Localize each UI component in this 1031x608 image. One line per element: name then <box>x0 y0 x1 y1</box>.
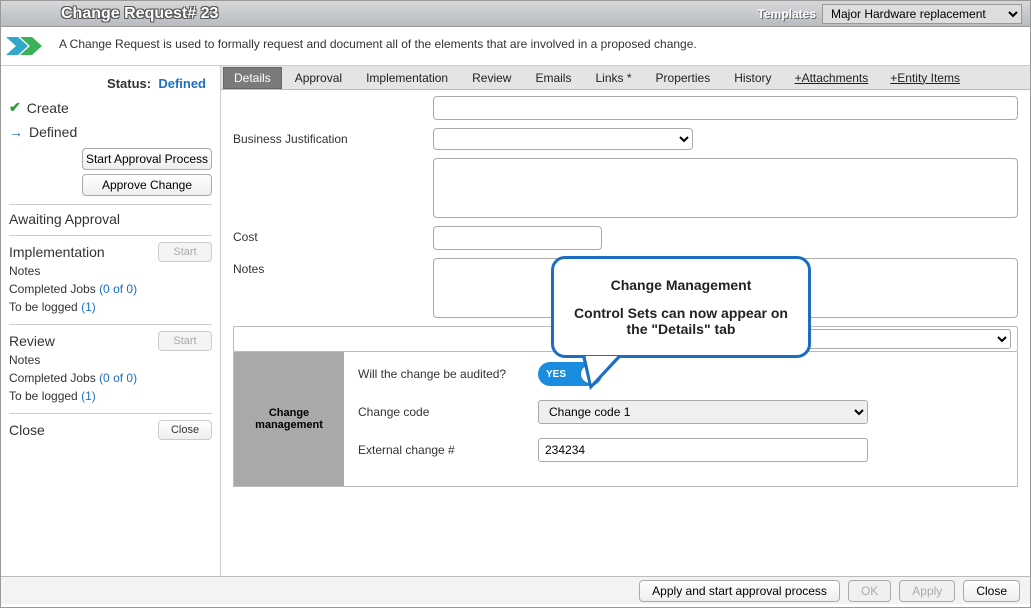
description-text: A Change Request is used to formally req… <box>51 31 705 57</box>
tab-approval[interactable]: Approval <box>284 67 353 89</box>
close-workflow-button[interactable]: Close <box>158 420 212 440</box>
external-change-input[interactable] <box>538 438 868 462</box>
implementation-title: Implementation <box>9 244 105 260</box>
implementation-start-button: Start <box>158 242 212 262</box>
tab-entity-items[interactable]: +Entity Items <box>880 68 970 88</box>
status-line: Status: Defined <box>9 72 212 95</box>
impl-completed[interactable]: Completed Jobs (0 of 0) <box>9 280 212 298</box>
toggle-value: YES <box>546 369 566 380</box>
impl-logged[interactable]: To be logged (1) <box>9 298 212 316</box>
ok-button: OK <box>848 580 891 602</box>
external-change-label: External change # <box>358 443 538 457</box>
tab-history[interactable]: History <box>723 67 782 89</box>
callout-title: Change Management <box>570 277 792 293</box>
review-start-button: Start <box>158 331 212 351</box>
tab-properties[interactable]: Properties <box>645 67 722 89</box>
review-logged[interactable]: To be logged (1) <box>9 387 212 405</box>
workflow-sidebar: Status: Defined ✔ Create → Defined Start… <box>1 66 221 576</box>
arrow-right-icon: → <box>9 124 23 140</box>
check-icon: ✔ <box>9 99 21 116</box>
start-approval-button[interactable]: Start Approval Process <box>82 148 212 170</box>
change-code-select[interactable]: Change code 1 <box>538 400 868 424</box>
impl-notes[interactable]: Notes <box>9 262 212 280</box>
description-banner: A Change Request is used to formally req… <box>1 27 1030 66</box>
business-justification-label: Business Justification <box>233 128 433 146</box>
templates-label: Templates <box>758 7 816 21</box>
page-title: Change Request# 23 <box>61 5 758 23</box>
awaiting-approval-title: Awaiting Approval <box>9 211 120 227</box>
review-completed[interactable]: Completed Jobs (0 of 0) <box>9 369 212 387</box>
close-title: Close <box>9 422 45 438</box>
callout-bubble: Change Management Control Sets can now a… <box>551 256 811 358</box>
tab-details[interactable]: Details <box>223 67 282 89</box>
close-button[interactable]: Close <box>963 580 1020 602</box>
templates-select[interactable]: Major Hardware replacement <box>822 4 1022 24</box>
tab-emails[interactable]: Emails <box>524 67 582 89</box>
apply-start-approval-button[interactable]: Apply and start approval process <box>639 580 840 602</box>
tab-implementation[interactable]: Implementation <box>355 67 459 89</box>
change-request-icon <box>5 31 51 61</box>
dialog-footer: Apply and start approval process OK Appl… <box>1 576 1030 604</box>
window-header: Change Request# 23 Templates Major Hardw… <box>1 1 1030 27</box>
callout-text: Control Sets can now appear on the "Deta… <box>570 305 792 337</box>
add-control-set-select[interactable] <box>781 329 1011 349</box>
tab-attachments[interactable]: +Attachments <box>785 68 879 88</box>
notes-label: Notes <box>233 258 433 276</box>
approve-change-button[interactable]: Approve Change <box>82 174 212 196</box>
step-create: ✔ Create <box>9 95 212 120</box>
top-textarea[interactable] <box>433 96 1018 120</box>
business-justification-select[interactable] <box>433 128 693 150</box>
business-justification-textarea[interactable] <box>433 158 1018 218</box>
cost-input[interactable] <box>433 226 602 250</box>
review-notes[interactable]: Notes <box>9 351 212 369</box>
audited-label: Will the change be audited? <box>358 367 538 381</box>
tab-links[interactable]: Links * <box>584 67 642 89</box>
change-code-label: Change code <box>358 405 538 419</box>
cost-label: Cost <box>233 226 433 244</box>
control-set-side-label: Change management <box>234 352 344 486</box>
step-defined: → Defined <box>9 120 212 144</box>
apply-button: Apply <box>899 580 955 602</box>
tab-review[interactable]: Review <box>461 67 522 89</box>
control-set-body: Change management Will the change be aud… <box>233 352 1018 487</box>
review-title: Review <box>9 333 55 349</box>
status-value: Defined <box>158 76 206 91</box>
tab-bar: Details Approval Implementation Review E… <box>221 66 1030 90</box>
